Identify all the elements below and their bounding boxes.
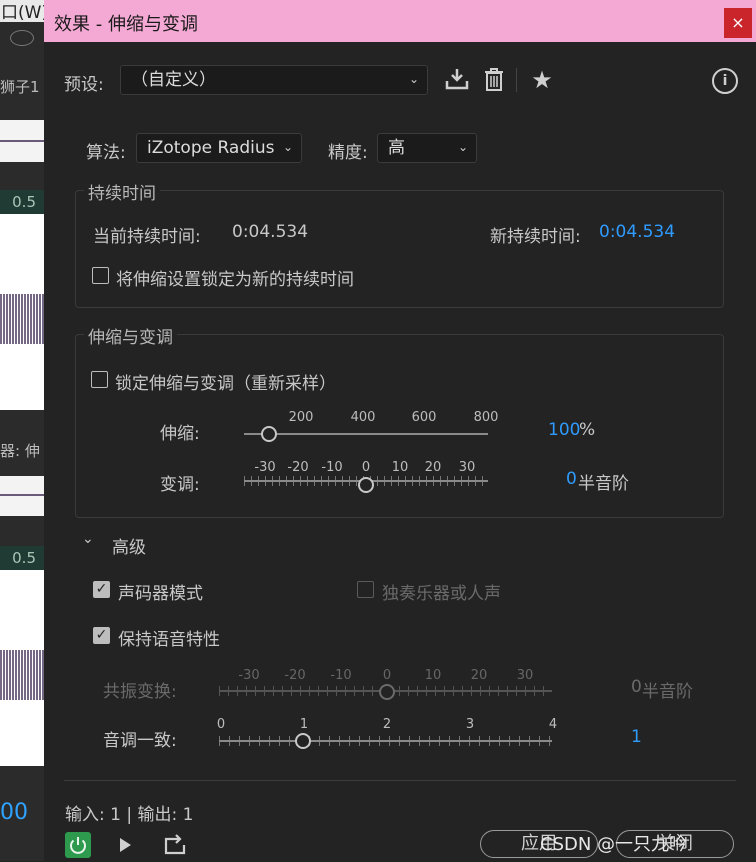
lock-duration-label: 将伸缩设置锁定为新的持续时间 [116, 270, 354, 290]
coherence-tick-label: 0 [216, 717, 226, 732]
advanced-toggle[interactable]: ⌄ 高级 [82, 531, 162, 558]
preset-label: 预设: [64, 75, 104, 95]
waveform-overview-2 [0, 476, 44, 516]
stretch-slider-thumb[interactable] [261, 426, 277, 442]
pitch-coherence-value[interactable]: 1 [631, 727, 642, 747]
waveform-main [0, 214, 44, 410]
formant-tick-label: 0 [382, 668, 392, 683]
stretch-pitch-group-title: 伸缩与变调 [84, 323, 177, 348]
stretch-pitch-dialog: 效果 - 伸缩与变调 × 预设: （自定义） ⌄ ★ i 算法: iZotope… [44, 0, 756, 861]
background-app-area: 口(W) 狮子1 0.5 器: 伸 0.5 00 [0, 0, 44, 861]
new-duration-label: 新持续时间: [490, 227, 581, 247]
track-tab-fragment: 狮子1 [0, 78, 40, 96]
lock-stretch-pitch-checkbox[interactable] [91, 371, 108, 388]
save-preset-icon[interactable] [444, 66, 470, 94]
algorithm-label: 算法: [86, 143, 126, 163]
coherence-tick-label: 2 [382, 717, 392, 732]
formant-tick-label: -30 [238, 668, 260, 683]
current-duration-value: 0:04.534 [232, 222, 309, 242]
algorithm-dropdown[interactable]: iZotope Radius ⌄ [136, 133, 302, 163]
duration-group [75, 190, 724, 308]
precision-dropdown[interactable]: 高 ⌄ [377, 133, 477, 163]
menu-fragment: 口(W) [0, 0, 44, 22]
title-bar[interactable]: 效果 - 伸缩与变调 × [44, 0, 756, 42]
close-window-button[interactable]: × [724, 8, 752, 38]
solo-instrument-label: 独奏乐器或人声 [382, 584, 501, 604]
formant-tick-label: 20 [470, 668, 488, 683]
pitch-unit: 半音阶 [578, 474, 629, 494]
chevron-down-icon: ⌄ [282, 140, 293, 154]
vocoder-mode-checkbox[interactable]: ✓ [93, 581, 110, 598]
formant-slider-thumb[interactable] [379, 684, 395, 700]
timeline-ruler-2: 0.5 [0, 546, 44, 570]
footer-divider [64, 780, 736, 781]
new-duration-value[interactable]: 0:04.534 [599, 222, 675, 242]
precision-value: 高 [388, 138, 405, 158]
formant-tick-label: -20 [284, 668, 306, 683]
vocoder-mode-label: 声码器模式 [118, 584, 203, 604]
lock-stretch-pitch-label: 锁定伸缩与变调（重新采样） [115, 374, 336, 394]
stretch-label: 伸缩: [160, 424, 200, 444]
stretch-value[interactable]: 100 [548, 420, 580, 440]
pitch-label: 变调: [160, 475, 200, 495]
loop-icon[interactable] [162, 833, 188, 857]
time-readout-fragment: 00 [0, 800, 28, 825]
chevron-down-icon: ⌄ [408, 72, 419, 86]
formant-tick-label: 30 [516, 668, 534, 683]
pitch-slider-thumb[interactable] [358, 477, 374, 493]
waveform-overview [0, 120, 44, 162]
algorithm-value: iZotope Radius [147, 138, 275, 158]
dialog-title: 效果 - 伸缩与变调 [54, 14, 198, 35]
stretch-tick-label: 200 [288, 410, 314, 425]
stretch-unit: % [579, 420, 596, 440]
formant-tick-label: 10 [424, 668, 442, 683]
coherence-tick-label: 1 [299, 717, 309, 732]
stretch-tick-label: 800 [473, 410, 499, 425]
formant-tick-label: -10 [330, 668, 352, 683]
pitch-tick-label: 30 [458, 460, 476, 475]
formant-shift-slider[interactable]: -30 -20 -10 0 10 20 30 [219, 668, 552, 704]
preserve-speech-checkbox[interactable]: ✓ [93, 627, 110, 644]
coherence-slider-thumb[interactable] [295, 733, 311, 749]
chevron-down-icon: ⌄ [82, 531, 94, 547]
toolbar-divider [516, 68, 517, 92]
delete-preset-icon[interactable] [482, 66, 506, 94]
preserve-speech-label: 保持语音特性 [118, 630, 220, 650]
preset-value: （自定义） [131, 70, 216, 90]
watermark-text: CSDN @一只九吟 [540, 834, 688, 855]
solo-instrument-checkbox[interactable] [357, 581, 374, 598]
formant-shift-value: 0 [631, 677, 642, 697]
precision-label: 精度: [328, 143, 368, 163]
pitch-slider[interactable]: -30 -20 -10 0 10 20 30 [244, 460, 488, 496]
pitch-coherence-label: 音调一致: [103, 731, 177, 751]
play-icon[interactable] [114, 833, 136, 857]
duration-group-title: 持续时间 [84, 179, 160, 204]
current-duration-label: 当前持续时间: [93, 227, 201, 247]
formant-shift-unit: 半音阶 [642, 682, 693, 702]
favorite-star-icon[interactable]: ★ [529, 66, 555, 94]
lock-duration-checkbox[interactable] [92, 267, 109, 284]
stretch-tick-label: 600 [411, 410, 437, 425]
power-toggle-button[interactable] [65, 832, 91, 858]
chevron-down-icon: ⌄ [457, 140, 468, 154]
timeline-ruler: 0.5 [0, 190, 44, 214]
waveform-main-2 [0, 570, 44, 766]
info-icon[interactable]: i [712, 68, 738, 94]
power-icon [70, 837, 86, 854]
lasso-icon [10, 30, 34, 46]
coherence-tick-label: 4 [548, 717, 558, 732]
pitch-value[interactable]: 0 [566, 469, 577, 489]
pitch-coherence-slider[interactable]: 0 1 2 3 4 [217, 717, 557, 753]
coherence-tick-label: 3 [465, 717, 475, 732]
effects-rack-fragment: 器: 伸 [0, 442, 40, 460]
preset-dropdown[interactable]: （自定义） ⌄ [120, 65, 428, 95]
formant-shift-label: 共振变换: [103, 682, 177, 702]
advanced-label: 高级 [112, 538, 146, 558]
stretch-tick-label: 400 [350, 410, 376, 425]
io-channels-text: 输入: 1 | 输出: 1 [65, 805, 194, 825]
stretch-slider[interactable]: 200 400 600 800 [244, 410, 498, 446]
